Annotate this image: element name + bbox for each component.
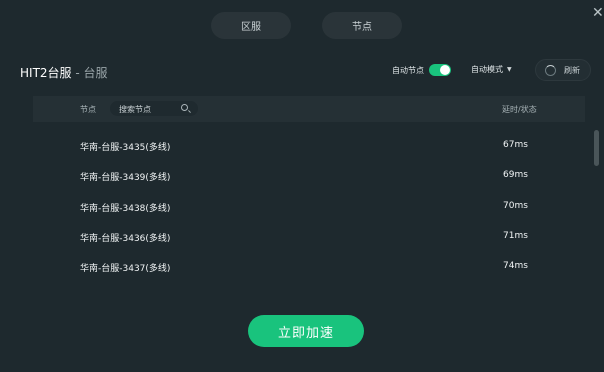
auto-node-toggle[interactable] bbox=[429, 64, 451, 76]
title-separator: - bbox=[71, 66, 84, 80]
table-row[interactable]: 华南-台服-3435(多线) 67ms bbox=[0, 131, 590, 161]
header-latency: 延时/状态 bbox=[502, 105, 537, 114]
page-title: HIT2台服 - 台服 bbox=[20, 64, 108, 81]
mode-label: 自动模式 bbox=[471, 65, 503, 74]
server-name: 台服 bbox=[83, 66, 108, 80]
node-name: 华南-台服-3438(多线) bbox=[80, 204, 171, 214]
auto-node-label: 自动节点 bbox=[392, 66, 424, 75]
game-title: HIT2台服 bbox=[20, 66, 72, 80]
node-name: 华南-台服-3437(多线) bbox=[80, 264, 171, 274]
table-row[interactable]: 华南-台服-3436(多线) 71ms bbox=[0, 222, 590, 252]
table-header: 节点 搜索节点 延时/状态 bbox=[33, 96, 585, 122]
node-name: 华南-台服-3436(多线) bbox=[80, 234, 171, 244]
scrollbar[interactable] bbox=[594, 130, 599, 166]
tab-region[interactable]: 区服 bbox=[211, 12, 291, 39]
node-latency: 69ms bbox=[503, 170, 528, 180]
tab-bar: 区服 节点 bbox=[0, 12, 604, 39]
node-latency: 70ms bbox=[503, 201, 528, 211]
chevron-down-icon: ▼ bbox=[507, 66, 512, 73]
accelerate-button[interactable]: 立即加速 bbox=[248, 315, 364, 347]
search-placeholder: 搜索节点 bbox=[119, 105, 151, 114]
search-input[interactable]: 搜索节点 bbox=[110, 101, 198, 116]
table-row[interactable]: 华南-台服-3439(多线) 69ms bbox=[0, 161, 590, 191]
header-node: 节点 bbox=[80, 105, 96, 114]
table-row[interactable]: 华南-台服-3437(多线) 74ms bbox=[0, 252, 590, 282]
search-icon[interactable] bbox=[181, 104, 188, 111]
node-name: 华南-台服-3439(多线) bbox=[80, 173, 171, 183]
node-latency: 71ms bbox=[503, 231, 528, 241]
mode-dropdown[interactable]: 自动模式 ▼ bbox=[471, 64, 512, 75]
node-name: 华南-台服-3435(多线) bbox=[80, 143, 171, 153]
tab-node[interactable]: 节点 bbox=[322, 12, 402, 39]
toggle-knob bbox=[440, 65, 450, 75]
node-latency: 67ms bbox=[503, 140, 528, 150]
close-icon[interactable]: ✕ bbox=[592, 6, 604, 20]
node-latency: 74ms bbox=[503, 261, 528, 271]
refresh-button[interactable]: 刷新 bbox=[535, 59, 591, 81]
table-row[interactable]: 华南-台服-3438(多线) 70ms bbox=[0, 192, 590, 222]
refresh-label: 刷新 bbox=[564, 65, 580, 75]
refresh-icon bbox=[545, 64, 556, 76]
